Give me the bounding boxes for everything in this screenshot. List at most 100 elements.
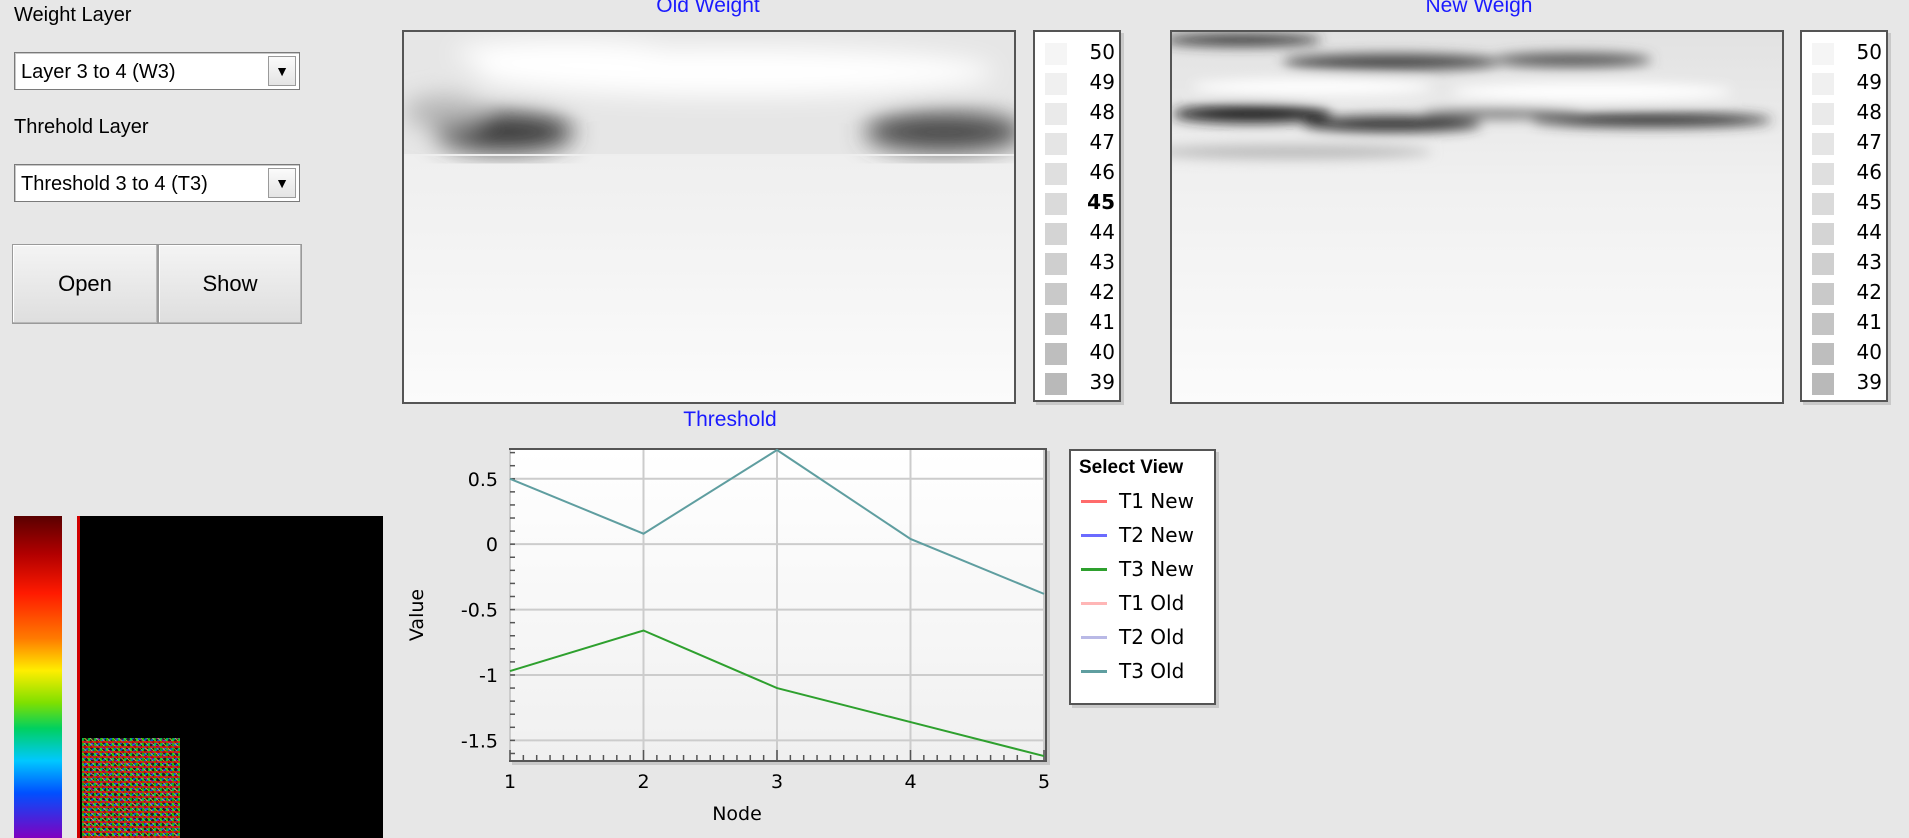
legend-row: 40	[1045, 340, 1115, 365]
select-view-legend: Select View T1 New T2 New T3 New T1 Old T2 O…	[1069, 449, 1216, 705]
legend-row: 39	[1045, 370, 1115, 395]
y-tick-label: 0	[486, 534, 498, 556]
legend-swatch	[1045, 253, 1067, 275]
legend-row: 49	[1812, 70, 1882, 95]
legend-value: 41	[1856, 310, 1882, 334]
new-weight-heatmap	[1170, 30, 1784, 404]
legend-swatch	[1045, 163, 1067, 185]
legend-row: 50	[1812, 40, 1882, 65]
legend-value: 46	[1089, 160, 1115, 184]
legend-row: 48	[1812, 100, 1882, 125]
series-name: T2 New	[1119, 523, 1194, 547]
select-view-item[interactable]: T3 New	[1081, 555, 1211, 585]
legend-swatch	[1045, 133, 1067, 155]
series-color-swatch	[1081, 500, 1107, 503]
legend-swatch	[1045, 43, 1067, 65]
x-tick-label: 5	[1038, 771, 1050, 793]
series-name: T2 Old	[1119, 625, 1185, 649]
weight-layer-dropdown-button[interactable]: ▼	[268, 56, 296, 86]
legend-value: 48	[1856, 100, 1882, 124]
legend-row: 49	[1045, 70, 1115, 95]
open-button[interactable]: Open	[12, 244, 158, 324]
legend-value: 43	[1856, 250, 1882, 274]
y-tick-label: -0.5	[461, 600, 498, 622]
legend-row: 50	[1045, 40, 1115, 65]
new-weight-legend: 50 49 48 47 46 45 44 43 42 41 40 39	[1800, 30, 1888, 402]
select-view-item[interactable]: T3 Old	[1081, 657, 1211, 687]
y-tick-label: -1	[479, 665, 498, 687]
pixel-noise-image	[82, 738, 180, 838]
series-name: T1 Old	[1119, 591, 1185, 615]
legend-swatch	[1812, 103, 1834, 125]
legend-swatch	[1812, 313, 1834, 335]
legend-value: 40	[1089, 340, 1115, 364]
series-color-swatch	[1081, 534, 1107, 537]
legend-row: 47	[1045, 130, 1115, 155]
legend-value: 47	[1089, 130, 1115, 154]
legend-swatch	[1045, 373, 1067, 395]
legend-swatch	[1812, 43, 1834, 65]
select-view-item[interactable]: T1 New	[1081, 487, 1211, 517]
weight-layer-label: Weight Layer	[14, 4, 132, 26]
legend-value: 50	[1856, 40, 1882, 64]
x-tick-label: 3	[771, 771, 783, 793]
legend-row: 47	[1812, 130, 1882, 155]
legend-swatch	[1812, 253, 1834, 275]
legend-row: 42	[1812, 280, 1882, 305]
legend-swatch	[1812, 223, 1834, 245]
threshold-layer-label: Threhold Layer	[14, 116, 149, 138]
select-view-item[interactable]: T2 New	[1081, 521, 1211, 551]
legend-swatch	[1045, 343, 1067, 365]
select-view-item[interactable]: T1 Old	[1081, 589, 1211, 619]
legend-row: 42	[1045, 280, 1115, 305]
old-weight-heatmap	[402, 30, 1016, 404]
legend-swatch	[1812, 73, 1834, 95]
legend-row: 43	[1045, 250, 1115, 275]
select-view-title: Select View	[1079, 457, 1184, 478]
y-axis-label: Value	[406, 589, 428, 641]
legend-swatch	[1812, 193, 1834, 215]
legend-value: 44	[1089, 220, 1115, 244]
x-axis-label: Node	[712, 803, 762, 825]
legend-value: 49	[1856, 70, 1882, 94]
legend-value: 41	[1089, 310, 1115, 334]
legend-value: 43	[1089, 250, 1115, 274]
select-view-item[interactable]: T2 Old	[1081, 623, 1211, 653]
chart-title: Threshold	[683, 408, 777, 431]
threshold-layer-dropdown-button[interactable]: ▼	[268, 168, 296, 198]
new-weight-heatmap-image	[1172, 32, 1782, 402]
legend-swatch	[1045, 313, 1067, 335]
legend-row: 40	[1812, 340, 1882, 365]
series-color-swatch	[1081, 602, 1107, 605]
legend-row: 43	[1812, 250, 1882, 275]
legend-swatch	[1045, 73, 1067, 95]
series-name: T3 Old	[1119, 659, 1185, 683]
new-weight-title: New Weigh	[1425, 0, 1533, 17]
legend-value: 45	[1087, 190, 1115, 214]
legend-row: 41	[1045, 310, 1115, 335]
series-name: T1 New	[1119, 489, 1194, 513]
legend-swatch	[1812, 373, 1834, 395]
old-weight-heatmap-image	[404, 32, 1014, 402]
threshold-layer-value: Threshold 3 to 4 (T3)	[21, 173, 208, 195]
legend-value: 45	[1856, 190, 1882, 214]
legend-value: 49	[1089, 70, 1115, 94]
legend-value: 39	[1856, 370, 1882, 394]
y-tick-label: -1.5	[461, 730, 498, 752]
legend-swatch	[1045, 283, 1067, 305]
chevron-down-icon: ▼	[275, 175, 289, 191]
x-tick-label: 1	[504, 771, 516, 793]
series-name: T3 New	[1119, 557, 1194, 581]
series-color-swatch	[1081, 568, 1107, 571]
old-weight-legend: 50 49 48 47 46 45 44 43 42 41 40 39	[1033, 30, 1121, 402]
threshold-chart: 0.5 0 -0.5 -1 -1.5 1 2 3 4 5 Node Value	[406, 448, 1050, 825]
old-weight-title: Old Weight	[656, 0, 760, 17]
show-button[interactable]: Show	[158, 244, 302, 324]
series-color-swatch	[1081, 636, 1107, 639]
chevron-down-icon: ▼	[275, 63, 289, 79]
weight-layer-select[interactable]: Layer 3 to 4 (W3) ▼	[14, 52, 300, 90]
legend-value: 47	[1856, 130, 1882, 154]
weight-layer-value: Layer 3 to 4 (W3)	[21, 61, 176, 83]
legend-row: 46	[1812, 160, 1882, 185]
threshold-layer-select[interactable]: Threshold 3 to 4 (T3) ▼	[14, 164, 300, 202]
